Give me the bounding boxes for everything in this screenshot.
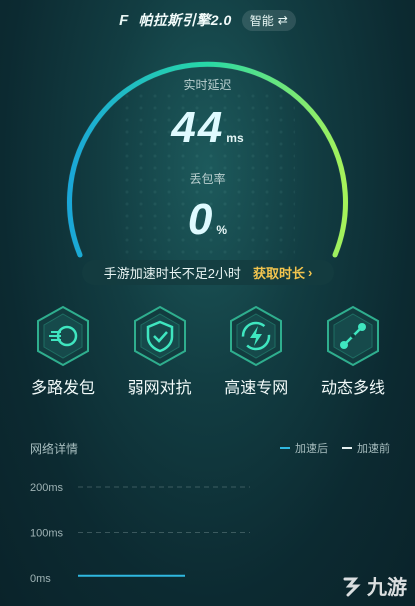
y-tick-label: 100ms <box>30 528 64 540</box>
y-tick-label: 0ms <box>30 573 51 585</box>
watermark-icon <box>343 577 361 596</box>
watermark-text: 九游 <box>367 577 407 599</box>
y-tick-label: 200ms <box>30 482 64 494</box>
watermark-logo: 九游 <box>341 571 407 600</box>
network-chart: 200ms 100ms 0ms <box>30 482 250 585</box>
